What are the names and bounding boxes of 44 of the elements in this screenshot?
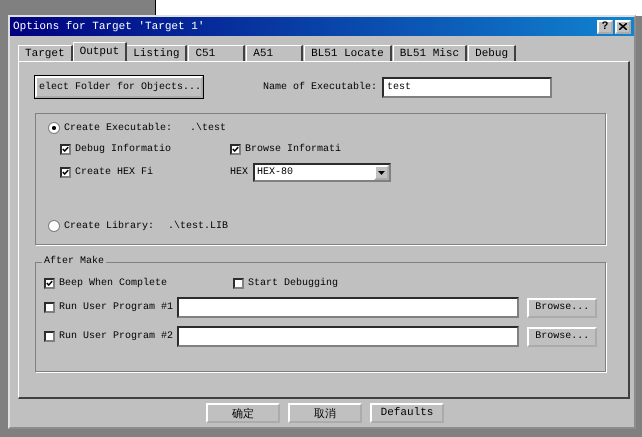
path-text: .\test.LIB bbox=[168, 220, 228, 232]
dialog-button[interactable]: Defaults bbox=[370, 403, 444, 423]
tab[interactable]: BL51 Locate bbox=[304, 45, 392, 61]
checkbox-label: Beep When Complete bbox=[59, 278, 168, 289]
hex-format-dropdown[interactable]: HEX-80 bbox=[253, 163, 392, 182]
tab[interactable]: BL51 Misc bbox=[392, 45, 468, 61]
input-field[interactable]: test bbox=[382, 76, 552, 98]
radio-label: Create Library: bbox=[64, 220, 154, 232]
close-icon bbox=[619, 23, 627, 30]
tab[interactable]: Output bbox=[72, 42, 128, 61]
path-text: .\test bbox=[190, 122, 226, 134]
tab[interactable]: Target bbox=[18, 45, 73, 61]
tab[interactable]: Debug bbox=[468, 45, 516, 61]
browse-button[interactable]: Browse... bbox=[527, 298, 597, 318]
checkbox-label: Browse Informati bbox=[245, 144, 342, 155]
browse-button[interactable]: Browse... bbox=[527, 326, 597, 346]
field-label: HEX bbox=[230, 167, 248, 178]
checkbox-label: Run User Program #1 bbox=[59, 302, 173, 313]
checkbox[interactable] bbox=[233, 278, 244, 289]
field-label: Name of Executable: bbox=[263, 82, 378, 92]
checkbox-label: Debug Informatio bbox=[75, 144, 172, 155]
select-folder-button[interactable]: elect Folder for Objects... bbox=[35, 76, 203, 98]
checkbox-label: Run User Program #2 bbox=[59, 331, 173, 342]
checkbox[interactable] bbox=[60, 167, 71, 178]
checkbox[interactable] bbox=[44, 278, 55, 289]
tab[interactable]: Listing bbox=[126, 45, 188, 61]
window-title: Options for Target 'Target 1' bbox=[13, 20, 204, 32]
checkbox-label: Start Debugging bbox=[248, 278, 338, 289]
dialog-button[interactable]: 取消 bbox=[288, 403, 362, 423]
radio-button[interactable] bbox=[48, 220, 60, 232]
checkbox[interactable] bbox=[44, 331, 55, 342]
tab[interactable]: C51 bbox=[188, 45, 246, 61]
checkbox[interactable] bbox=[60, 144, 71, 155]
radio-label: Create Executable: bbox=[64, 122, 172, 134]
input-field[interactable] bbox=[177, 326, 520, 347]
tab[interactable]: A51 bbox=[246, 45, 304, 61]
help-button[interactable]: ? bbox=[597, 20, 613, 34]
dialog-button[interactable]: 确定 bbox=[206, 403, 280, 423]
input-field[interactable] bbox=[177, 297, 520, 318]
checkbox[interactable] bbox=[230, 144, 241, 155]
checkbox[interactable] bbox=[44, 302, 55, 313]
close-button[interactable] bbox=[615, 20, 631, 34]
checkbox-label: Create HEX Fi bbox=[75, 167, 154, 178]
radio-button[interactable] bbox=[48, 122, 60, 134]
